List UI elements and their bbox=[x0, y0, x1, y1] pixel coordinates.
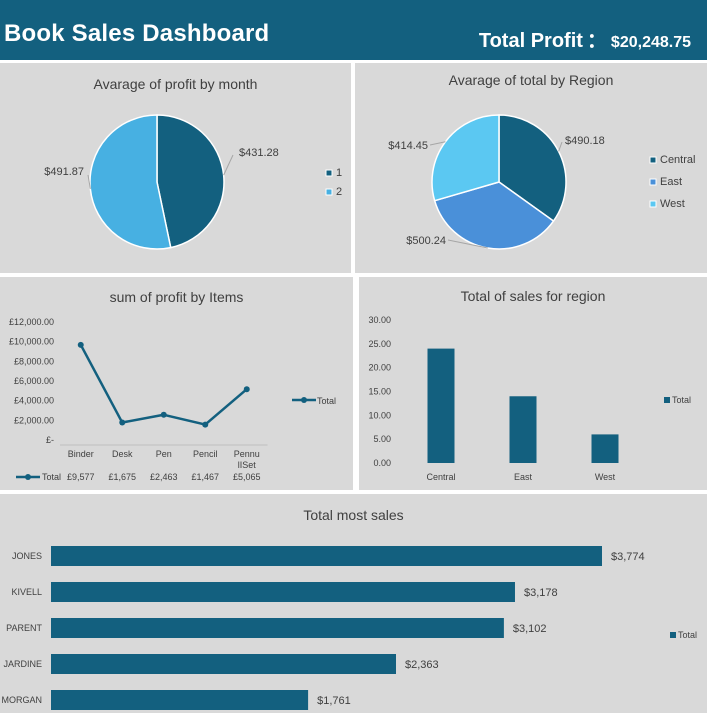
total-profit-label: Total Profit bbox=[478, 30, 583, 52]
bar-chart-sales-for-region: 0.00 5.00 10.00 15.00 20.00 25.00 30.00 Central… bbox=[368, 315, 691, 482]
bar bbox=[591, 434, 619, 463]
legend-label: Total bbox=[678, 630, 697, 640]
y-tick-label: PARENT bbox=[6, 623, 42, 633]
y-tick-label: 30.00 bbox=[368, 315, 391, 325]
x-tick-label: Pencil bbox=[193, 449, 218, 459]
data-label: $2,363 bbox=[405, 659, 439, 671]
chart-panel-sales-for-region[interactable]: Total of sales for region 0.00 5.00 10.00 1… bbox=[359, 277, 707, 490]
dashboard-title: Book Sales Dashboard bbox=[4, 20, 270, 47]
bar bbox=[51, 582, 515, 602]
legend-marker bbox=[649, 200, 657, 208]
y-tick-label: 15.00 bbox=[368, 387, 391, 397]
x-tick-label: Central bbox=[426, 472, 455, 482]
y-tick-label: £6,000.00 bbox=[14, 376, 54, 386]
leader-line bbox=[223, 154, 234, 176]
table-value: £1,467 bbox=[191, 472, 219, 482]
total-profit-value: $20,248.75 bbox=[610, 34, 691, 51]
y-tick-label: 10.00 bbox=[368, 410, 391, 420]
legend-label: East bbox=[660, 176, 682, 188]
y-tick-label: MORGAN bbox=[2, 695, 43, 705]
y-tick-label: JONES bbox=[12, 551, 42, 561]
legend-label: 1 bbox=[336, 167, 342, 179]
table-value: £9,577 bbox=[67, 472, 95, 482]
line-chart-profit-by-items: £- £2,000.00 £4,000.00 £6,000.00 £8,000.00 £1… bbox=[9, 317, 336, 482]
y-tick-label: 20.00 bbox=[368, 363, 391, 373]
bar-chart-most-sales: JONES $3,774 KIVELL $3,178 PARENT $3,102 JARDI… bbox=[2, 546, 697, 710]
data-label: $3,102 bbox=[513, 623, 547, 635]
y-tick-label: £8,000.00 bbox=[14, 356, 54, 366]
table-series-label: Total bbox=[42, 472, 61, 482]
bar bbox=[51, 546, 602, 566]
pie-chart-profit-by-month: $431.28 $491.87 1 2 bbox=[44, 114, 342, 250]
legend-label: Central bbox=[660, 154, 695, 166]
chart-panel-profit-by-month[interactable]: Avarage of profit by month $431.28 $491.8… bbox=[0, 63, 351, 273]
chart-panel-profit-by-items[interactable]: sum of profit by Items £- £2,000.00 £4,000… bbox=[0, 277, 353, 490]
data-label: $3,178 bbox=[524, 587, 558, 599]
y-tick-label: KIVELL bbox=[11, 587, 42, 597]
x-tick-label: West bbox=[595, 472, 616, 482]
bar bbox=[51, 654, 396, 674]
legend-marker bbox=[670, 632, 676, 638]
x-tick-label: Binder bbox=[68, 449, 94, 459]
y-tick-label: JARDINE bbox=[3, 659, 42, 669]
x-tick-label: Desk bbox=[112, 449, 133, 459]
y-tick-label: 5.00 bbox=[373, 434, 391, 444]
bar bbox=[51, 618, 504, 638]
data-label: $491.87 bbox=[44, 166, 84, 178]
table-value: £5,065 bbox=[233, 472, 261, 482]
data-label: $3,774 bbox=[611, 551, 645, 563]
bar bbox=[427, 348, 455, 463]
data-point bbox=[77, 341, 84, 348]
data-label: $500.24 bbox=[406, 235, 446, 247]
legend-marker bbox=[664, 397, 670, 403]
chart-panel-most-sales[interactable]: Total most sales JONES $3,774 KIVELL $3,178… bbox=[0, 494, 707, 713]
x-tick-label: East bbox=[514, 472, 533, 482]
x-tick-label: Pennu bbox=[234, 449, 260, 459]
table-legend-marker bbox=[25, 474, 31, 480]
pie-chart-total-by-region: $490.18 $500.24 $414.45 Central East West bbox=[388, 114, 695, 250]
bar bbox=[51, 690, 309, 710]
x-tick-label: lISet bbox=[238, 460, 257, 470]
table-value: £1,675 bbox=[108, 472, 136, 482]
leader-line bbox=[558, 141, 563, 152]
legend-label: West bbox=[660, 198, 685, 210]
legend-marker bbox=[325, 169, 333, 177]
y-tick-label: £10,000.00 bbox=[9, 337, 54, 347]
bar bbox=[509, 396, 537, 463]
data-label: $490.18 bbox=[565, 135, 605, 147]
total-profit: Total Profit： $20,248.75 bbox=[479, 24, 691, 53]
dashboard-header: Book Sales Dashboard Total Profit： $20,24… bbox=[0, 0, 707, 60]
legend-label: 2 bbox=[336, 186, 342, 198]
data-point bbox=[202, 421, 209, 428]
total-profit-colon: ： bbox=[586, 30, 607, 52]
legend-label: Total bbox=[672, 395, 691, 405]
data-label: $431.28 bbox=[239, 147, 279, 159]
y-tick-label: £2,000.00 bbox=[14, 415, 54, 425]
x-tick-label: Pen bbox=[156, 449, 172, 459]
data-point bbox=[119, 419, 126, 426]
chart-panel-total-by-region[interactable]: Avarage of total by Region $490.18 $500.2… bbox=[355, 63, 707, 273]
y-tick-label: £12,000.00 bbox=[9, 317, 54, 327]
data-label: $1,761 bbox=[317, 695, 351, 707]
legend-marker bbox=[325, 188, 333, 196]
legend-marker bbox=[649, 178, 657, 186]
legend-marker bbox=[301, 397, 307, 403]
table-value: £2,463 bbox=[150, 472, 178, 482]
data-point bbox=[160, 411, 167, 418]
y-tick-label: £4,000.00 bbox=[14, 396, 54, 406]
legend-marker bbox=[649, 156, 657, 164]
data-point bbox=[243, 386, 250, 393]
y-tick-label: 0.00 bbox=[373, 458, 391, 468]
data-label: $414.45 bbox=[388, 140, 428, 152]
y-tick-label: £- bbox=[46, 435, 54, 445]
y-tick-label: 25.00 bbox=[368, 339, 391, 349]
legend-label: Total bbox=[317, 396, 336, 406]
